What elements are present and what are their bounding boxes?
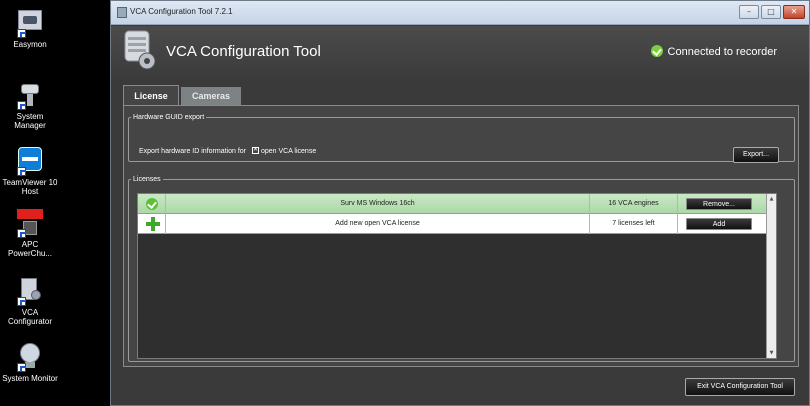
export-button[interactable]: Export...: [733, 147, 779, 163]
app-window: VCA Configuration Tool 7.2.1 – □ ✕ VCA C…: [110, 0, 810, 406]
camera-monitor-icon: [15, 8, 45, 38]
desktop-icon-system-monitor[interactable]: System Monitor: [0, 342, 60, 383]
app-header: VCA Configuration Tool Connected to reco…: [111, 26, 809, 82]
tab-license[interactable]: License: [123, 85, 179, 105]
app-small-icon: [117, 7, 127, 18]
license-count: 7 licenses left: [590, 214, 678, 234]
hardware-guid-legend: Hardware GUID export: [133, 114, 205, 121]
apc-powerchute-icon: [15, 208, 45, 238]
title-bar[interactable]: VCA Configuration Tool 7.2.1 – □ ✕: [111, 1, 809, 25]
table-row[interactable]: Surv MS Windows 16ch 16 VCA engines Remo…: [138, 194, 766, 214]
export-description: Export hardware ID information for: [139, 148, 246, 155]
teamviewer-icon: [15, 146, 45, 176]
license-count: 16 VCA engines: [590, 194, 678, 214]
hardware-guid-group: Hardware GUID export Export hardware ID …: [128, 114, 795, 163]
desktop-icon-teamviewer[interactable]: TeamViewer 10 Host: [0, 146, 60, 196]
table-scrollbar[interactable]: ▲ ▼: [766, 194, 776, 358]
connection-status: Connected to recorder: [650, 45, 777, 58]
license-panel: Hardware GUID export Export hardware ID …: [123, 105, 799, 367]
tab-cameras[interactable]: Cameras: [181, 87, 241, 105]
license-table: Surv MS Windows 16ch 16 VCA engines Remo…: [137, 193, 777, 359]
license-name: Add new open VCA license: [166, 214, 590, 234]
globe-monitor-icon: [15, 342, 45, 372]
table-row[interactable]: Add new open VCA license 7 licenses left…: [138, 214, 766, 234]
desktop-icon-label: System Manager: [14, 112, 46, 130]
connection-status-text: Connected to recorder: [667, 46, 777, 58]
exit-button[interactable]: Exit VCA Configuration Tool: [685, 378, 795, 396]
desktop-icon-system-manager[interactable]: System Manager: [0, 80, 60, 130]
server-gear-icon: [15, 276, 45, 306]
license-name: Surv MS Windows 16ch: [166, 194, 590, 214]
desktop-icon-label: System Monitor: [2, 374, 58, 383]
desktop-icon-label: APC PowerChu...: [7, 240, 53, 258]
check-icon: [650, 45, 663, 57]
desktop: Easymon System Manager TeamViewer 10 Hos…: [0, 0, 110, 406]
window-title: VCA Configuration Tool 7.2.1: [130, 7, 233, 16]
desktop-icon-label: VCA Configurator: [7, 308, 53, 326]
hardware-export-text: Export hardware ID information for open …: [139, 146, 317, 155]
licenses-group: Licenses Surv MS Windows 16ch 16 VCA eng…: [128, 176, 795, 362]
maximize-button[interactable]: □: [761, 5, 781, 19]
scroll-down-icon[interactable]: ▼: [768, 350, 775, 356]
open-vca-checkbox-label: open VCA license: [260, 148, 317, 155]
footer: Exit VCA Configuration Tool: [111, 371, 809, 405]
scroll-up-icon[interactable]: ▲: [768, 196, 775, 202]
plus-icon: [146, 217, 160, 231]
open-vca-checkbox[interactable]: [251, 146, 259, 154]
remove-button[interactable]: Remove...: [686, 198, 752, 210]
minimize-button[interactable]: –: [739, 5, 759, 19]
server-gear-icon: [124, 30, 156, 70]
desktop-icon-label: Easymon: [13, 40, 47, 49]
app-title: VCA Configuration Tool: [166, 43, 321, 60]
licenses-legend: Licenses: [133, 176, 161, 183]
add-button[interactable]: Add: [686, 218, 752, 230]
desktop-icon-vca-configurator[interactable]: VCA Configurator: [0, 276, 60, 326]
desktop-icon-apc[interactable]: APC PowerChu...: [0, 208, 60, 258]
desktop-icon-easymon[interactable]: Easymon: [0, 8, 60, 49]
check-circle-icon: [146, 198, 158, 210]
security-camera-icon: [15, 80, 45, 110]
close-button[interactable]: ✕: [783, 5, 805, 19]
desktop-icon-label: TeamViewer 10 Host: [2, 178, 58, 196]
